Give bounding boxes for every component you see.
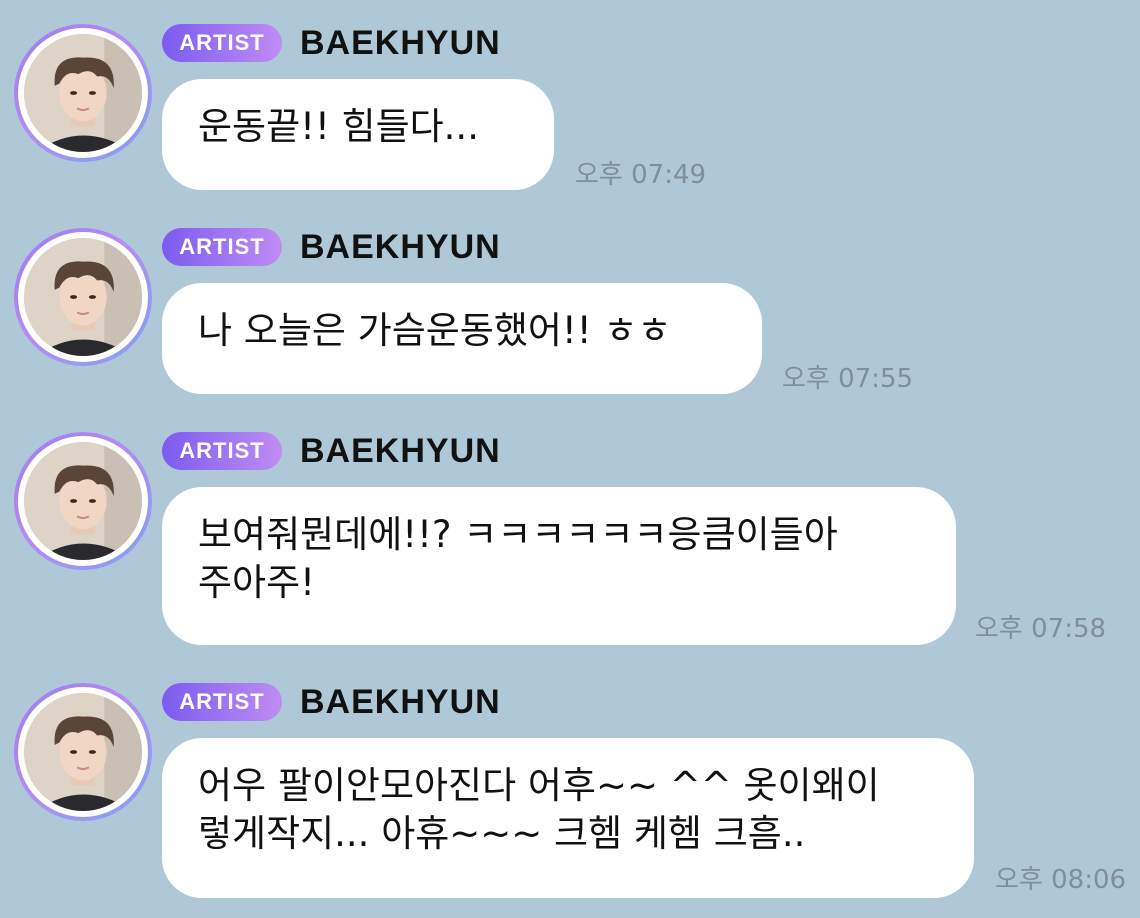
avatar[interactable]: [14, 228, 152, 366]
message-bubble[interactable]: 운동끝!! 힘들다...: [162, 79, 554, 190]
message-timestamp: 오후 07:58: [975, 614, 1107, 644]
profile-photo-icon: [24, 34, 142, 152]
artist-badge: ARTIST: [162, 683, 282, 721]
artist-badge: ARTIST: [162, 432, 282, 470]
message-bubble[interactable]: 어우 팔이안모아진다 어후~~ ^^ 옷이왜이 렇게작지... 아휴~~~ 크헴…: [162, 738, 974, 898]
artist-badge: ARTIST: [162, 24, 282, 62]
artist-badge: ARTIST: [162, 228, 282, 266]
avatar[interactable]: [14, 432, 152, 570]
message-timestamp: 오후 07:55: [782, 364, 914, 394]
message-timestamp: 오후 08:06: [995, 865, 1127, 895]
profile-photo-icon: [24, 238, 142, 356]
sender-name: BAEKHYUN: [300, 432, 501, 470]
profile-photo-icon: [24, 442, 142, 560]
message-bubble[interactable]: 보여줘뭔데에!!? ㅋㅋㅋㅋㅋㅋ응큼이들아 주아주!: [162, 487, 956, 645]
avatar[interactable]: [14, 24, 152, 162]
chat-area[interactable]: ARTIST BAEKHYUN 운동끝!! 힘들다... 오후 07:49 AR…: [0, 0, 1140, 918]
sender-name: BAEKHYUN: [300, 24, 501, 62]
profile-photo-icon: [24, 693, 142, 811]
avatar[interactable]: [14, 683, 152, 821]
message-bubble[interactable]: 나 오늘은 가슴운동했어!! ㅎㅎ: [162, 283, 762, 394]
sender-name: BAEKHYUN: [300, 683, 501, 721]
sender-name: BAEKHYUN: [300, 228, 501, 266]
message-timestamp: 오후 07:49: [575, 160, 707, 190]
